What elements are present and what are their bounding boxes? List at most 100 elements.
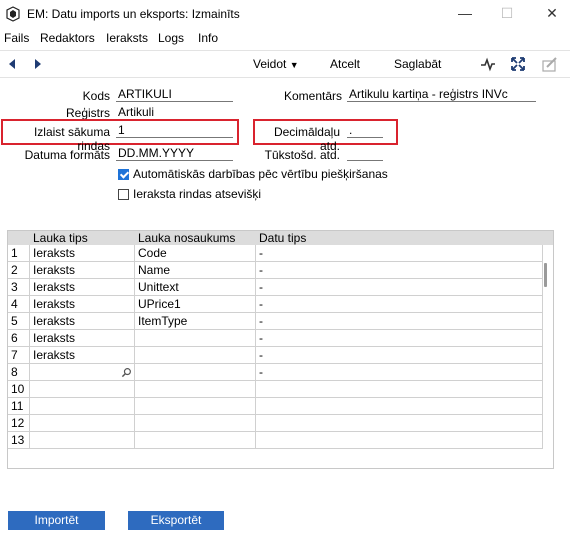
start-row-field[interactable]: 1 — [116, 123, 233, 138]
table-row[interactable]: 1 Ieraksts Code - — [8, 245, 543, 262]
table-header: Lauka tips Lauka nosaukums Datu tips — [8, 231, 553, 245]
table-row[interactable]: 8- — [8, 364, 543, 381]
menu-bar: Fails Redaktors Ieraksts Logs Info — [0, 29, 570, 47]
comment-label: Komentārs — [283, 89, 342, 103]
row-number-cell: 10 — [8, 381, 30, 397]
chevron-down-icon: ▼ — [289, 60, 299, 70]
thousands-label: Tūkstošd. atd. — [264, 148, 340, 162]
import-button[interactable]: Importēt — [8, 511, 105, 530]
field-name-cell[interactable] — [135, 432, 256, 448]
back-arrow-icon[interactable] — [4, 55, 22, 73]
table-row[interactable]: 3 Ieraksts Unittext - — [8, 279, 543, 296]
decimal-field[interactable]: . — [347, 123, 383, 138]
data-type-cell[interactable]: - — [256, 262, 543, 278]
data-type-cell[interactable] — [256, 432, 543, 448]
comment-field[interactable]: Artikulu kartiņa - reģistrs INVc — [347, 87, 536, 102]
field-name-cell[interactable]: Code — [135, 245, 256, 261]
table-row[interactable]: 5 Ieraksts ItemType - — [8, 313, 543, 330]
date-format-label: Datuma formāts — [24, 148, 110, 162]
row-number-cell: 6 — [8, 330, 30, 346]
toolbar: Veidot ▼ Atcelt Saglabāt — [0, 50, 570, 78]
data-type-cell[interactable]: - — [256, 364, 543, 380]
kods-field[interactable]: ARTIKULI — [116, 87, 233, 102]
column-header-data-type[interactable]: Datu tips — [256, 231, 306, 245]
separate-rows-label: Ieraksta rindas atsevišķi — [133, 187, 262, 201]
checkbox-unchecked-icon — [118, 189, 129, 200]
table-row[interactable]: 2 Ieraksts Name - — [8, 262, 543, 279]
title-bar: EM: Datu imports un eksports: Izmainīts … — [0, 0, 570, 28]
field-type-cell[interactable] — [30, 415, 135, 431]
scrollbar-thumb[interactable] — [544, 263, 547, 287]
data-type-cell[interactable]: - — [256, 279, 543, 295]
field-type-cell[interactable]: Ieraksts — [30, 279, 135, 295]
row-number-cell: 12 — [8, 415, 30, 431]
table-row[interactable]: 4 Ieraksts UPrice1- — [8, 296, 543, 313]
field-type-cell[interactable]: Ieraksts — [30, 347, 135, 363]
forward-arrow-icon[interactable] — [28, 55, 46, 73]
field-name-cell[interactable] — [135, 381, 256, 397]
table-row[interactable]: 12 — [8, 415, 543, 432]
save-button[interactable]: Saglabāt — [394, 57, 441, 71]
maximize-button[interactable]: ☐ — [497, 4, 517, 22]
menu-logs[interactable]: Logs — [158, 31, 184, 45]
row-number-cell: 8 — [8, 364, 30, 380]
menu-fails[interactable]: Fails — [4, 31, 29, 45]
data-type-cell[interactable]: - — [256, 330, 543, 346]
data-type-cell[interactable] — [256, 415, 543, 431]
table-row[interactable]: 6 Ieraksts - — [8, 330, 543, 347]
field-name-cell[interactable]: Unittext — [135, 279, 256, 295]
auto-actions-checkbox[interactable]: Automātiskās darbības pēc vērtību piešķi… — [118, 167, 388, 181]
table-row[interactable]: 11 — [8, 398, 543, 415]
thousands-field[interactable] — [347, 146, 383, 161]
activity-icon[interactable] — [479, 55, 497, 73]
table-row[interactable]: 10 — [8, 381, 543, 398]
row-number-cell: 11 — [8, 398, 30, 414]
expand-icon[interactable] — [509, 55, 527, 73]
field-type-cell[interactable]: Ieraksts — [30, 262, 135, 278]
data-type-cell[interactable]: - — [256, 245, 543, 261]
search-icon[interactable] — [121, 367, 132, 378]
field-name-cell[interactable] — [135, 398, 256, 414]
data-type-cell[interactable] — [256, 381, 543, 397]
row-number-cell: 7 — [8, 347, 30, 363]
data-type-cell[interactable] — [256, 398, 543, 414]
row-number-cell: 13 — [8, 432, 30, 448]
field-name-cell[interactable] — [135, 330, 256, 346]
field-type-cell[interactable] — [30, 398, 135, 414]
attachment-icon[interactable] — [541, 55, 559, 73]
date-format-field[interactable]: DD.MM.YYYY — [116, 146, 233, 161]
menu-redaktors[interactable]: Redaktors — [40, 31, 95, 45]
data-type-cell[interactable]: - — [256, 347, 543, 363]
menu-info[interactable]: Info — [198, 31, 218, 45]
field-name-cell[interactable] — [135, 347, 256, 363]
field-type-cell[interactable] — [30, 381, 135, 397]
field-type-cell[interactable] — [30, 364, 135, 380]
table-row[interactable]: 7 Ieraksts - — [8, 347, 543, 364]
close-button[interactable]: ✕ — [542, 4, 562, 22]
field-name-cell[interactable]: ItemType — [135, 313, 256, 329]
column-header-field-type[interactable]: Lauka tips — [30, 231, 88, 245]
field-name-cell[interactable] — [135, 415, 256, 431]
field-type-cell[interactable]: Ieraksts — [30, 330, 135, 346]
cancel-button[interactable]: Atcelt — [330, 57, 360, 71]
column-header-field-name[interactable]: Lauka nosaukums — [135, 231, 235, 245]
table-row[interactable]: 13 — [8, 432, 543, 449]
separate-rows-checkbox[interactable]: Ieraksta rindas atsevišķi — [118, 187, 261, 201]
field-type-cell[interactable]: Ieraksts — [30, 245, 135, 261]
minimize-button[interactable]: — — [455, 4, 475, 22]
menu-ieraksts[interactable]: Ieraksts — [106, 31, 148, 45]
field-name-cell[interactable] — [135, 364, 256, 380]
field-type-cell[interactable]: Ieraksts — [30, 313, 135, 329]
field-type-cell[interactable] — [30, 432, 135, 448]
registrs-field: Artikuli — [118, 105, 155, 119]
field-name-cell[interactable]: UPrice1 — [135, 296, 256, 312]
export-button[interactable]: Eksportēt — [128, 511, 224, 530]
data-type-cell[interactable]: - — [256, 296, 543, 312]
field-type-cell[interactable]: Ieraksts — [30, 296, 135, 312]
create-button[interactable]: Veidot ▼ — [253, 57, 299, 71]
auto-actions-label: Automātiskās darbības pēc vērtību piešķi… — [133, 167, 388, 181]
row-number-cell: 5 — [8, 313, 30, 329]
field-name-cell[interactable]: Name — [135, 262, 256, 278]
row-number-cell: 1 — [8, 245, 30, 261]
data-type-cell[interactable]: - — [256, 313, 543, 329]
